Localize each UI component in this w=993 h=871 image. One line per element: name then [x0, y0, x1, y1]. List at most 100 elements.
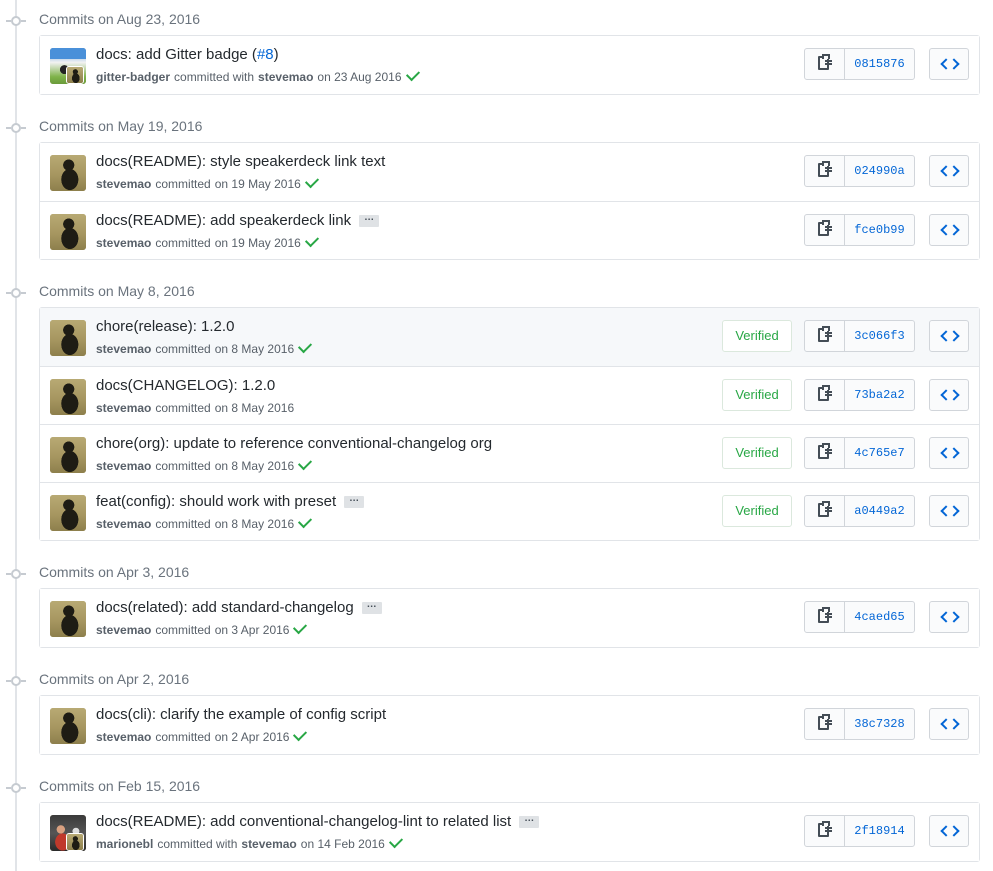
author-link[interactable]: gitter-badger	[96, 70, 170, 84]
author-link[interactable]: stevemao	[96, 342, 151, 356]
commit-date: on 8 May 2016	[214, 459, 295, 473]
browse-repo-button[interactable]	[929, 437, 969, 469]
coauthor-avatar[interactable]	[66, 66, 84, 84]
code-icon	[940, 224, 960, 236]
author-link[interactable]: stevemao	[96, 730, 151, 744]
stevemao-avatar	[67, 834, 83, 850]
commit-message-link[interactable]: docs(README): add speakerdeck link	[96, 212, 351, 229]
commit-sha-link[interactable]: 0815876	[845, 49, 914, 79]
copy-sha-button[interactable]	[805, 156, 845, 186]
commit-sha-link[interactable]: 2f18914	[845, 816, 914, 846]
copy-sha-button[interactable]	[805, 380, 845, 410]
browse-repo-button[interactable]	[929, 214, 969, 246]
check-icon[interactable]	[298, 339, 313, 354]
author-avatar[interactable]	[50, 214, 86, 250]
author-link[interactable]: stevemao	[96, 623, 151, 637]
commit-meta: gitter-badger committed with stevemao on 23…	[96, 67, 420, 84]
copy-sha-button[interactable]	[805, 709, 845, 739]
copy-sha-button[interactable]	[805, 438, 845, 468]
author-avatar[interactable]	[50, 320, 86, 356]
commit-message-link[interactable]: feat(config): should work with preset	[96, 493, 336, 510]
commit-message-link[interactable]: chore(release): 1.2.0	[96, 318, 234, 335]
commit-sha-link[interactable]: a0449a2	[845, 496, 914, 526]
commit-date: on 19 May 2016	[214, 177, 301, 191]
check-icon[interactable]	[293, 727, 308, 742]
commit-verb: committed	[155, 459, 211, 473]
author-link[interactable]: stevemao	[96, 236, 151, 250]
commit-sha-link[interactable]: 4c765e7	[845, 438, 914, 468]
author-link[interactable]: stevemao	[96, 517, 151, 531]
author-avatar[interactable]	[50, 437, 86, 473]
author-link[interactable]: marionebl	[96, 837, 153, 851]
verified-badge[interactable]: Verified	[722, 320, 792, 352]
commit-date: on 8 May 2016	[214, 401, 295, 415]
copy-sha-button[interactable]	[805, 602, 845, 632]
commit-message-link[interactable]: docs(cli): clarify the example of config…	[96, 706, 386, 723]
expand-description-button[interactable]: …	[519, 813, 540, 828]
commit-title-line: docs(cli): clarify the example of config…	[96, 706, 386, 723]
expand-description-button[interactable]: …	[361, 599, 382, 614]
author-avatar[interactable]	[50, 708, 86, 744]
check-icon[interactable]	[298, 514, 313, 529]
copy-sha-button[interactable]	[805, 49, 845, 79]
coauthor-link[interactable]: stevemao	[258, 70, 313, 84]
author-avatar[interactable]	[50, 379, 86, 415]
commit-row: chore(org): update to reference conventi…	[40, 424, 979, 482]
browse-repo-button[interactable]	[929, 155, 969, 187]
commit-sha-link[interactable]: fce0b99	[845, 215, 914, 245]
coauthor-avatar[interactable]	[66, 833, 84, 851]
sha-button-group: 4c765e7	[804, 437, 915, 469]
commit-message-link[interactable]: docs(README): style speakerdeck link tex…	[96, 153, 385, 170]
browse-repo-button[interactable]	[929, 48, 969, 80]
browse-repo-button[interactable]	[929, 708, 969, 740]
copy-sha-button[interactable]	[805, 321, 845, 351]
code-icon	[940, 447, 960, 459]
browse-repo-button[interactable]	[929, 815, 969, 847]
author-link[interactable]: stevemao	[96, 459, 151, 473]
copy-sha-button[interactable]	[805, 215, 845, 245]
verified-badge[interactable]: Verified	[722, 437, 792, 469]
verified-badge[interactable]: Verified	[722, 495, 792, 527]
browse-repo-button[interactable]	[929, 495, 969, 527]
commit-meta: stevemao committed on 19 May 2016	[96, 174, 319, 191]
expand-description-button[interactable]: …	[344, 493, 365, 508]
issue-link[interactable]: #8	[257, 46, 274, 63]
check-icon[interactable]	[388, 834, 403, 849]
browse-repo-button[interactable]	[929, 320, 969, 352]
commit-date: on 8 May 2016	[214, 517, 295, 531]
commit-message-link[interactable]: docs(CHANGELOG): 1.2.0	[96, 377, 275, 394]
commit-message-link[interactable]: chore(org): update to reference conventi…	[96, 435, 492, 452]
commit-row: docs(CHANGELOG): 1.2.0 stevemao committed o…	[40, 366, 979, 424]
expand-description-button[interactable]: …	[359, 212, 380, 227]
coauthor-link[interactable]: stevemao	[241, 837, 296, 851]
check-icon[interactable]	[293, 620, 308, 635]
author-link[interactable]: stevemao	[96, 401, 151, 415]
commit-sha-link[interactable]: 3c066f3	[845, 321, 914, 351]
clipboard-icon	[818, 501, 832, 517]
commit-sha-link[interactable]: 73ba2a2	[845, 380, 914, 410]
author-avatar[interactable]	[50, 155, 86, 191]
commit-sha-link[interactable]: 024990a	[845, 156, 914, 186]
verified-badge[interactable]: Verified	[722, 379, 792, 411]
commit-message-link[interactable]: docs(related): add standard-changelog	[96, 599, 354, 616]
browse-repo-button[interactable]	[929, 379, 969, 411]
commit-sha-link[interactable]: 4caed65	[845, 602, 914, 632]
copy-sha-button[interactable]	[805, 816, 845, 846]
check-icon[interactable]	[298, 456, 313, 471]
commit-meta: stevemao committed on 8 May 2016	[96, 339, 313, 356]
stevemao-avatar	[50, 495, 86, 531]
copy-sha-button[interactable]	[805, 496, 845, 526]
author-link[interactable]: stevemao	[96, 177, 151, 191]
author-avatar[interactable]	[50, 601, 86, 637]
commit-message-suffix[interactable]: )	[274, 46, 279, 63]
browse-repo-button[interactable]	[929, 601, 969, 633]
commit-sha-link[interactable]: 38c7328	[845, 709, 914, 739]
check-icon[interactable]	[405, 67, 420, 82]
check-icon[interactable]	[304, 174, 319, 189]
code-icon	[940, 165, 960, 177]
commit-message-link[interactable]: docs(README): add conventional-changelog…	[96, 813, 511, 830]
author-avatar[interactable]	[50, 495, 86, 531]
check-icon[interactable]	[304, 233, 319, 248]
commit-meta: marionebl committed with stevemao on 14 Feb…	[96, 834, 403, 851]
commit-message-link[interactable]: docs: add Gitter badge (	[96, 46, 257, 63]
